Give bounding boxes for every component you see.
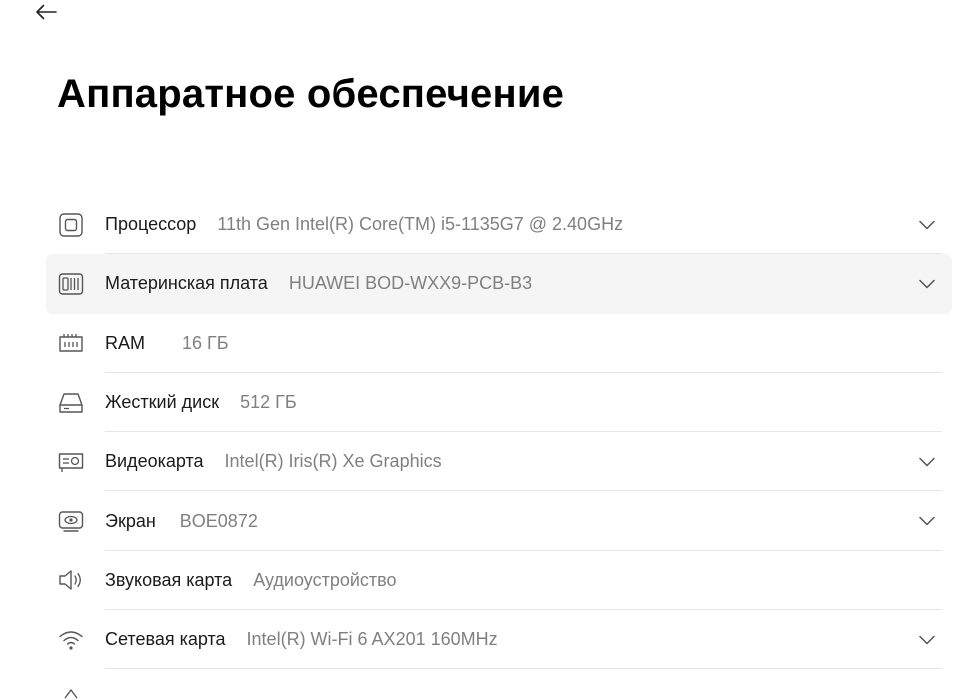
chevron-down-icon[interactable] <box>918 631 936 649</box>
hardware-row-disk[interactable]: Жесткий диск 512 ГБ <box>46 373 952 433</box>
hardware-label: Материнская плата <box>105 273 268 294</box>
hardware-value: BOE0872 <box>179 510 258 531</box>
motherboard-icon <box>57 270 85 298</box>
hardware-value: 16 ГБ <box>182 332 229 353</box>
chevron-down-icon[interactable] <box>918 512 936 530</box>
speaker-icon <box>57 566 85 594</box>
cpu-icon <box>57 211 85 239</box>
hardware-label: Звуковая карта <box>105 569 233 590</box>
page-title: Аппаратное обеспечение <box>57 72 565 116</box>
hardware-row-sound[interactable]: Звуковая карта Аудиоустройство <box>46 551 952 611</box>
hardware-label: Экран <box>105 510 156 531</box>
hardware-label: Процессор <box>105 214 197 235</box>
chevron-down-icon[interactable] <box>918 216 936 234</box>
chevron-down-icon[interactable] <box>918 275 936 293</box>
hardware-value: 11th Gen Intel(R) Core(TM) i5-1135G7 @ 2… <box>217 214 624 235</box>
back-button[interactable] <box>30 0 62 24</box>
hard-disk-icon <box>57 389 85 417</box>
wifi-icon <box>57 626 85 654</box>
hardware-label: RAM <box>105 332 145 353</box>
hardware-value: 512 ГБ <box>240 392 297 413</box>
chevron-down-icon[interactable] <box>918 453 936 471</box>
hardware-label: Сетевая карта <box>105 629 226 650</box>
hardware-label: Видеокарта <box>105 451 204 472</box>
ram-icon <box>57 329 85 357</box>
graphics-card-icon <box>57 448 85 476</box>
hardware-list: Процессор 11th Gen Intel(R) Core(TM) i5-… <box>46 195 952 670</box>
hardware-value: Аудиоустройство <box>253 569 397 590</box>
hardware-row-processor[interactable]: Процессор 11th Gen Intel(R) Core(TM) i5-… <box>46 195 952 255</box>
hardware-row-network[interactable]: Сетевая карта Intel(R) Wi-Fi 6 AX201 160… <box>46 610 952 670</box>
partial-row-icon <box>57 684 85 700</box>
display-icon <box>57 507 85 535</box>
hardware-value: Intel(R) Wi-Fi 6 AX201 160MHz <box>246 629 498 650</box>
hardware-row-gpu[interactable]: Видеокарта Intel(R) Iris(R) Xe Graphics <box>46 432 952 492</box>
hardware-row-display[interactable]: Экран BOE0872 <box>46 491 952 552</box>
hardware-value: HUAWEI BOD-WXX9-PCB-B3 <box>288 273 533 294</box>
hardware-row-ram[interactable]: RAM 16 ГБ <box>46 314 952 374</box>
hardware-label: Жесткий диск <box>105 392 220 413</box>
arrow-left-icon <box>36 4 57 20</box>
hardware-value: Intel(R) Iris(R) Xe Graphics <box>224 451 442 472</box>
hardware-row-motherboard[interactable]: Материнская плата HUAWEI BOD-WXX9-PCB-B3 <box>46 254 952 314</box>
hardware-page: Аппаратное обеспечение Процессор 11th Ge… <box>0 0 979 700</box>
